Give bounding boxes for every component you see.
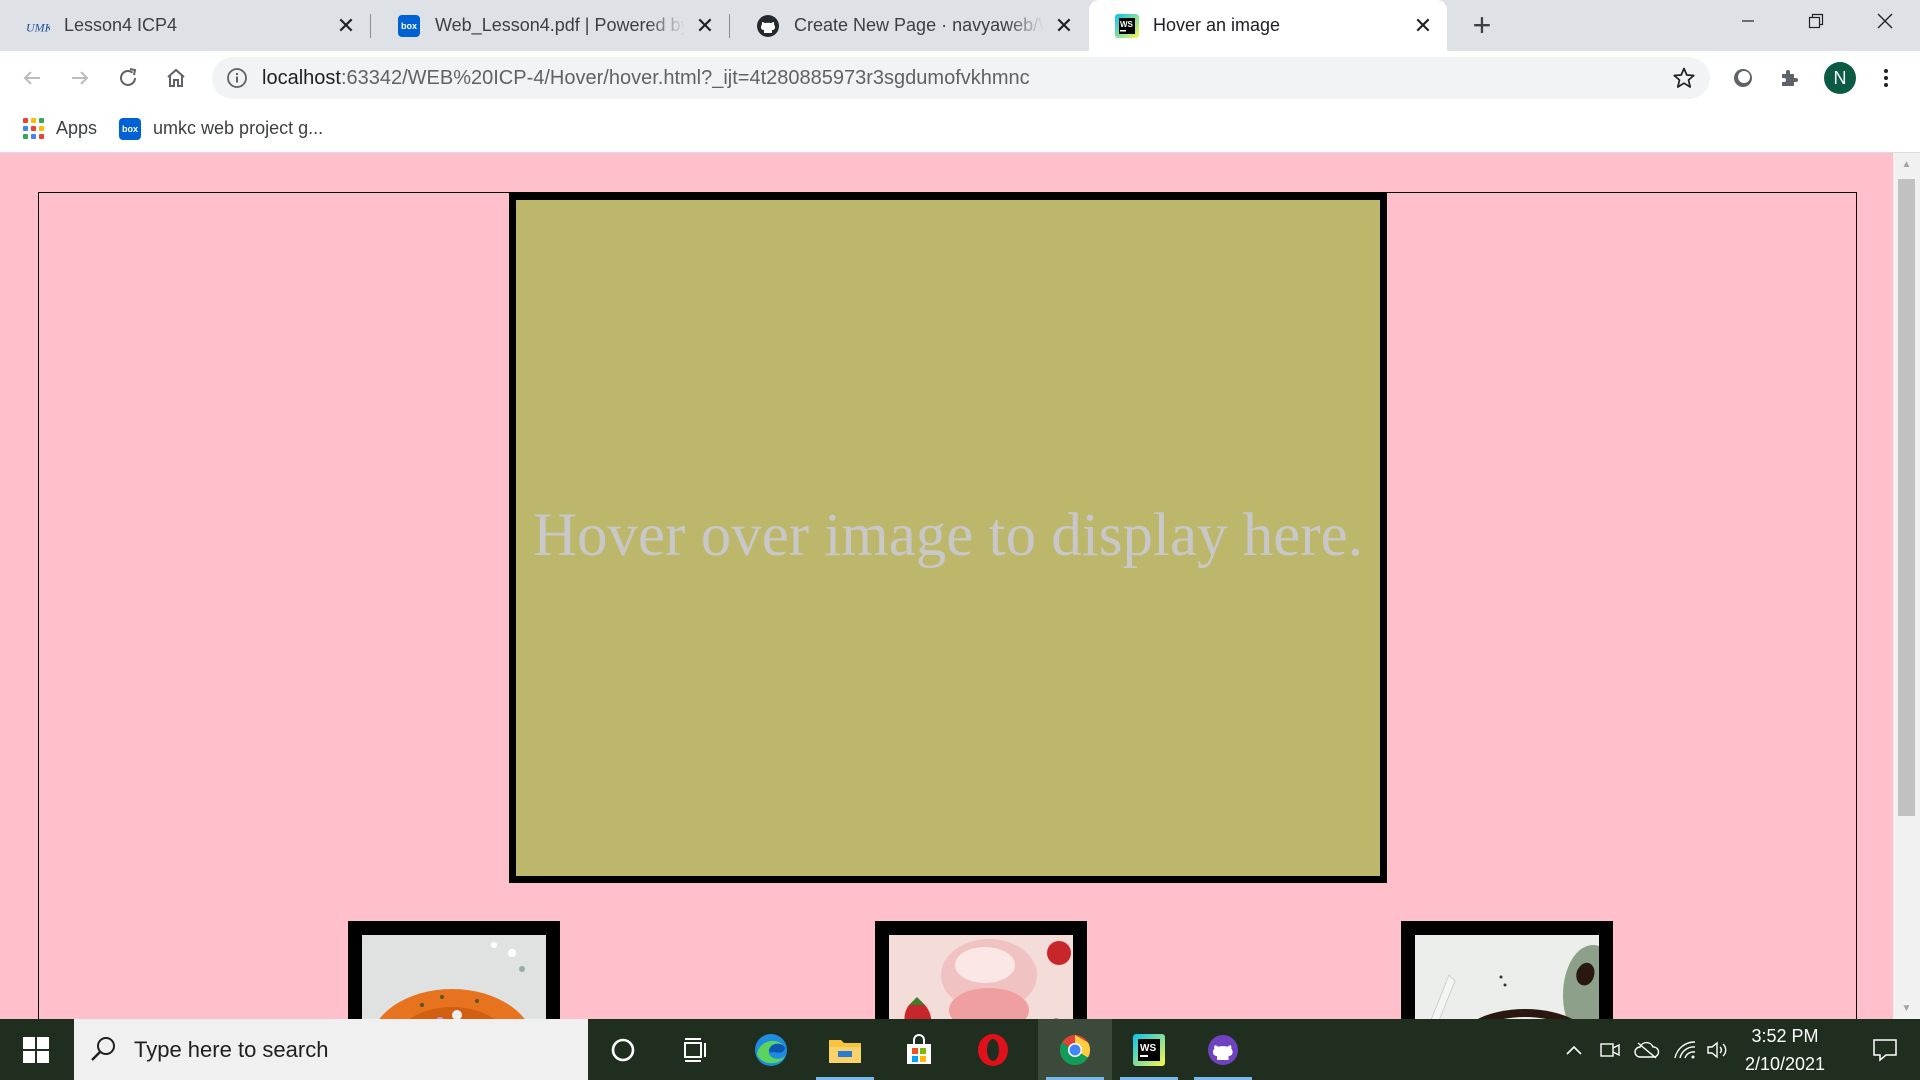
display-placeholder-text: Hover over image to display here. xyxy=(533,502,1363,569)
start-button[interactable] xyxy=(0,1019,72,1080)
thumbnail-chocolate-pie[interactable] xyxy=(1401,921,1613,1019)
apps-grid-icon xyxy=(22,118,44,140)
orange-cake-image xyxy=(362,935,546,1019)
minimize-button[interactable] xyxy=(1713,0,1783,42)
cortana-icon[interactable] xyxy=(586,1019,660,1080)
tab-title: Lesson4 ICP4 xyxy=(64,15,178,35)
scroll-up-arrow-icon[interactable]: ▲ xyxy=(1893,153,1920,175)
opera-icon[interactable] xyxy=(956,1019,1030,1080)
chrome-icon[interactable] xyxy=(1038,1019,1112,1080)
new-tab-button[interactable]: + xyxy=(1466,9,1498,42)
close-tab-icon[interactable]: ✕ xyxy=(334,13,358,38)
reload-icon xyxy=(120,68,137,86)
bookmark-apps[interactable]: Apps xyxy=(22,118,97,140)
webstorm-icon[interactable]: WS xyxy=(1112,1019,1186,1080)
windows-logo-icon xyxy=(23,1036,49,1063)
browser-toolbar: localhost:63342/WEB%20ICP-4/Hover/hover.… xyxy=(0,51,1920,105)
edge-icon[interactable] xyxy=(734,1019,808,1080)
tab-lesson4-icp4[interactable]: UMKC Lesson4 ICP4 ✕ xyxy=(0,0,370,51)
tab-title: Hover an image xyxy=(1153,15,1281,35)
puzzle-icon xyxy=(1782,70,1798,86)
chocolate-pie-image xyxy=(1415,935,1599,1019)
vertical-scrollbar[interactable]: ▲ ▼ xyxy=(1893,153,1920,1019)
task-view-icon[interactable] xyxy=(660,1019,734,1080)
close-tab-icon[interactable]: ✕ xyxy=(693,13,717,38)
tab-create-new-page[interactable]: Create New Page · navyaweb/WebICP ✕ xyxy=(730,0,1088,51)
back-button[interactable] xyxy=(14,60,50,96)
meet-now-icon[interactable] xyxy=(1594,1019,1626,1080)
bookmark-label: Apps xyxy=(56,118,98,138)
clock-time: 3:52 PM xyxy=(1751,1025,1819,1046)
address-bar[interactable]: localhost:63342/WEB%20ICP-4/Hover/hover.… xyxy=(212,57,1710,99)
onedrive-cloud-icon[interactable] xyxy=(1630,1019,1664,1080)
back-arrow-icon xyxy=(23,71,40,85)
close-tab-icon[interactable]: ✕ xyxy=(1411,13,1435,38)
chrome-menu-button[interactable] xyxy=(1868,60,1904,96)
umkc-logo-icon: UMKC xyxy=(26,14,50,38)
page-viewport: Hover over image to display here. xyxy=(0,153,1893,1019)
svg-text:UMKC: UMKC xyxy=(26,20,50,34)
bookmark-star-icon[interactable] xyxy=(1672,66,1696,90)
tab-hover-an-image[interactable]: WS Hover an image ✕ xyxy=(1089,0,1447,51)
bookmark-label: umkc web project g... xyxy=(153,118,324,138)
file-explorer-icon[interactable] xyxy=(808,1019,882,1080)
volume-icon[interactable] xyxy=(1704,1019,1732,1080)
taskbar-search-box[interactable]: Type here to search xyxy=(74,1019,588,1080)
image-display-area: Hover over image to display here. xyxy=(509,193,1387,883)
search-placeholder: Type here to search xyxy=(134,1036,329,1062)
store-icon[interactable] xyxy=(882,1019,956,1080)
site-info-icon xyxy=(227,68,247,88)
reload-button[interactable] xyxy=(110,60,146,96)
bookmarks-bar: Apps box umkc web project g... xyxy=(0,105,1920,153)
box-icon: box xyxy=(397,14,421,38)
bookmark-umkc-web-project[interactable]: box umkc web project g... xyxy=(119,117,324,140)
windows-taskbar: Type here to search WS 3:52 PM 2/10/2021 xyxy=(0,1019,1920,1080)
box-icon: box xyxy=(119,117,142,140)
tab-web-lesson4-pdf[interactable]: box Web_Lesson4.pdf | Powered by Box ✕ xyxy=(371,0,729,51)
thumbnail-strawberry-dessert[interactable] xyxy=(875,921,1087,1019)
search-icon xyxy=(91,1036,115,1061)
webstorm-icon: WS xyxy=(1115,13,1139,38)
tab-strip: UMKC Lesson4 ICP4 ✕ box Web_Lesson4.pdf … xyxy=(0,0,1920,51)
tab-title: Create New Page · navyaweb/WebICP xyxy=(794,15,1044,35)
profile-avatar[interactable]: N xyxy=(1824,62,1856,94)
close-tab-icon[interactable]: ✕ xyxy=(1052,13,1076,38)
github-desktop-icon[interactable] xyxy=(1186,1019,1260,1080)
kebab-menu-icon xyxy=(1884,69,1888,87)
thumbnail-orange-cake[interactable] xyxy=(348,921,560,1019)
close-window-button[interactable] xyxy=(1850,0,1920,42)
home-button[interactable] xyxy=(158,60,194,96)
show-hidden-icons-chevron-icon[interactable] xyxy=(1558,1019,1590,1080)
action-center-icon[interactable] xyxy=(1850,1019,1920,1080)
url-text: localhost:63342/WEB%20ICP-4/Hover/hover.… xyxy=(262,66,1030,89)
home-icon xyxy=(167,68,185,87)
svg-text:WS: WS xyxy=(1120,20,1134,29)
extension-button[interactable] xyxy=(1725,60,1761,96)
clock-date: 2/10/2021 xyxy=(1744,1053,1826,1074)
scrollbar-thumb[interactable] xyxy=(1898,179,1915,816)
strawberry-dessert-image xyxy=(889,935,1073,1019)
scroll-down-arrow-icon[interactable]: ▼ xyxy=(1893,997,1920,1019)
forward-button[interactable] xyxy=(62,60,98,96)
extensions-menu-button[interactable] xyxy=(1772,60,1808,96)
tab-title: Web_Lesson4.pdf | Powered by Box xyxy=(435,15,685,35)
github-icon xyxy=(756,14,780,38)
forward-arrow-icon xyxy=(72,71,89,85)
svg-text:WS: WS xyxy=(1140,1043,1156,1054)
taskbar-clock[interactable]: 3:52 PM 2/10/2021 xyxy=(1730,1019,1840,1080)
wifi-icon[interactable] xyxy=(1668,1019,1702,1080)
extension-circle-icon xyxy=(1734,69,1752,87)
restore-button[interactable] xyxy=(1781,0,1851,42)
